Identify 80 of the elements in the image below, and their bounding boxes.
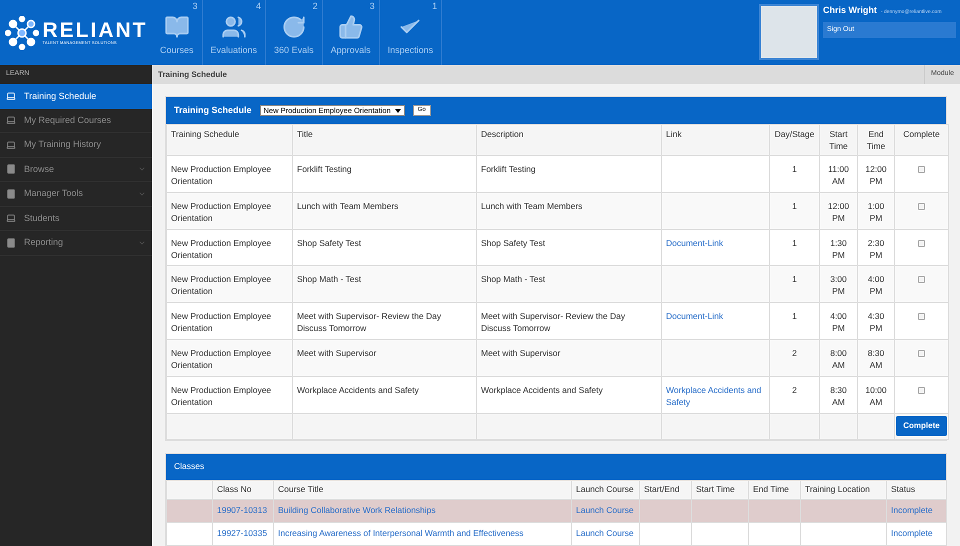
sidebar-item[interactable]: My Required Courses	[0, 108, 152, 133]
table-cell: Meet with Supervisor- Review the Day Discuss Tomorrow	[292, 302, 476, 340]
complete-checkbox[interactable]	[918, 240, 925, 247]
class-row[interactable]: 19927-10335 Increasing Awareness of Interpersonal Warmth and Effectiveness Launch Course Incomplete	[166, 522, 946, 546]
table-cell: Meet with Supervisor	[292, 339, 476, 376]
logo-icon	[4, 16, 38, 50]
column-header: Title	[292, 124, 476, 156]
sidebar-item[interactable]: Browse	[0, 158, 152, 182]
column-header: Start/End	[640, 480, 692, 500]
breadcrumb-title: Training Schedule	[157, 68, 228, 80]
table-cell: 1:00 PM	[858, 192, 894, 230]
sidebar-item[interactable]: My Training History	[0, 133, 152, 158]
nav-icon	[338, 14, 364, 40]
sidebar-item[interactable]: Manager Tools	[0, 182, 152, 206]
count-label: 3	[192, 0, 198, 13]
complete-checkbox[interactable]	[918, 350, 925, 357]
table-cell: 1	[770, 156, 820, 192]
table-cell: New Production Employee Orientation	[166, 302, 292, 340]
column-header: End Time	[748, 480, 800, 500]
table-cell: 8:30 AM	[820, 376, 858, 414]
laptop-icon	[6, 140, 16, 150]
table-cell: 2	[770, 376, 820, 414]
table-cell: Workplace Accidents and Safety	[292, 376, 476, 414]
column-header: Course Title	[274, 480, 572, 500]
table-cell: 8:30 AM	[858, 339, 894, 376]
table-cell: 4:30 PM	[858, 302, 894, 340]
complete-checkbox[interactable]	[918, 386, 925, 394]
nav-icon	[164, 14, 190, 40]
table-cell: 12:00 PM	[820, 192, 858, 230]
logo-wordmark: RELIANT	[42, 20, 148, 41]
table-cell: 2	[770, 339, 820, 376]
complete-checkbox[interactable]	[918, 202, 925, 210]
laptop-icon	[6, 115, 16, 126]
table-cell: 4:00 PM	[820, 302, 858, 340]
table-cell: Forklift Testing	[476, 156, 662, 192]
nav-tile[interactable]: 3 Courses	[152, 0, 203, 65]
table-cell: Lunch with Team Members	[476, 192, 662, 230]
table-cell: 10:00 AM	[858, 376, 894, 414]
nav-icon	[220, 14, 247, 40]
table-cell: New Production Employee Orientation	[166, 339, 292, 376]
count-label: 1	[432, 0, 438, 13]
sidebar-item[interactable]: Training Schedule	[0, 84, 152, 108]
count-label: 3	[370, 0, 375, 13]
sidebar-item[interactable]: Students	[0, 206, 152, 231]
table-cell: 11:00 AM	[820, 156, 858, 192]
complete-checkbox[interactable]	[918, 313, 925, 320]
panel-title: Classes	[174, 460, 204, 473]
column-header: Start Time	[692, 480, 748, 500]
column-header: Training Schedule	[166, 124, 292, 156]
table-cell: New Production Employee Orientation	[166, 156, 292, 192]
table-cell: Forklift Testing	[292, 156, 476, 192]
complete-button[interactable]: Complete	[896, 416, 947, 436]
panel-title: Training Schedule	[174, 104, 252, 117]
table-cell: 8:00 AM	[820, 339, 858, 376]
table-cell: New Production Employee Orientation	[166, 192, 292, 230]
count-label: 2	[312, 0, 318, 13]
column-header: Class No	[212, 480, 274, 500]
count-label: 4	[256, 0, 262, 13]
table-cell: Meet with Supervisor- Review the Day Discuss Tomorrow	[476, 302, 662, 340]
table-cell: 1	[770, 192, 820, 230]
profile-photo-placeholder	[759, 4, 819, 60]
column-header: Launch Course	[572, 480, 640, 500]
user-name: Chris Wright	[823, 4, 877, 17]
laptop-icon	[6, 213, 16, 224]
column-header: Description	[476, 124, 662, 156]
table-cell: New Production Employee Orientation	[166, 376, 292, 414]
complete-checkbox[interactable]	[918, 166, 925, 173]
table-cell: Lunch with Team Members	[292, 192, 476, 230]
table-cell: 1	[770, 302, 820, 340]
sidebar-item[interactable]: Reporting	[0, 231, 152, 256]
table-cell: Workplace Accidents and Safety	[476, 376, 662, 414]
column-header: Training Location	[800, 480, 886, 500]
table-cell: Meet with Supervisor	[476, 339, 662, 376]
class-row[interactable]: 19907-10313 Building Collaborative Work Relationships Launch Course Incomplete	[166, 499, 946, 522]
table-cell: 12:00 PM	[858, 156, 894, 192]
complete-checkbox[interactable]	[918, 276, 925, 284]
nav-icon	[280, 14, 307, 40]
laptop-icon	[6, 91, 16, 102]
column-header: Status	[886, 480, 946, 500]
dropdown-triangle-icon	[394, 108, 401, 112]
